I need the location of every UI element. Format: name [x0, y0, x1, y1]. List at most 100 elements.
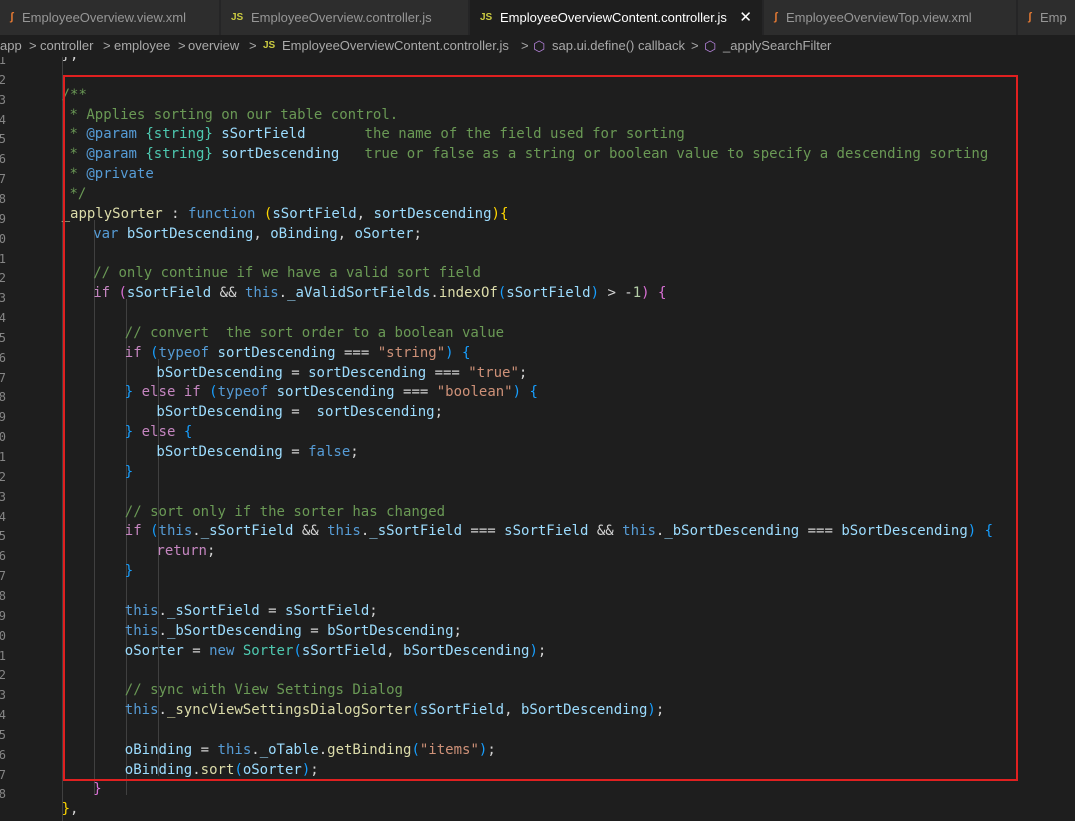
close-icon[interactable]: ✕: [739, 0, 752, 35]
code-token: bSortDescending: [520, 702, 648, 719]
code-token: // sync with View Settings Dialog: [124, 682, 403, 699]
code-token: "boolean": [436, 384, 513, 401]
editor-tab[interactable]: ʃ Emp: [1018, 0, 1075, 35]
code-token: ===: [799, 523, 842, 540]
editor-tab[interactable]: ʃ EmployeeOverview.view.xml: [0, 0, 220, 35]
tab-label: EmployeeOverview.controller.js: [251, 10, 432, 25]
code-line[interactable]: // only continue if we have a valid sort…: [93, 263, 481, 283]
code-line[interactable]: this._syncViewSettingsDialogSorter(sSort…: [125, 700, 665, 720]
code-line[interactable]: return;: [156, 541, 215, 561]
line-number: 4: [0, 708, 6, 723]
line-number: 0: [0, 231, 6, 246]
code-token: .: [158, 702, 167, 719]
code-line[interactable]: }: [93, 779, 101, 799]
breadcrumb-scope[interactable]: _applySearchFilter: [723, 35, 831, 57]
tab-label: Emp: [1040, 10, 1067, 25]
code-token: ): [590, 285, 600, 302]
code-line[interactable]: if (typeof sortDescending === "string") …: [125, 343, 471, 363]
editor-tab[interactable]: JS EmployeeOverview.controller.js: [221, 0, 469, 35]
code-line[interactable]: oBinding = this._oTable.getBinding("item…: [125, 740, 496, 760]
code-line[interactable]: // sync with View Settings Dialog: [125, 680, 403, 700]
line-number: 3: [0, 291, 6, 306]
code-line[interactable]: if (sSortField && this._aValidSortFields…: [93, 283, 666, 303]
code-token: =: [282, 364, 309, 381]
code-line[interactable]: bSortDescending = sortDescending === "tr…: [156, 363, 527, 383]
code-token: oSorter: [242, 761, 302, 778]
breadcrumb-item[interactable]: employee: [114, 35, 170, 57]
code-line[interactable]: }: [125, 561, 133, 581]
code-token: oBinding: [270, 225, 338, 242]
code-token: bSortDescending: [126, 225, 254, 242]
code-token: "string": [377, 344, 446, 361]
code-token: bSortDescending: [156, 404, 283, 421]
code-token: ,: [253, 225, 271, 242]
code-line[interactable]: var bSortDescending, oBinding, oSorter;: [93, 224, 422, 244]
code-token: sortDescending: [221, 146, 340, 163]
line-number: 5: [0, 132, 6, 147]
code-token: (: [150, 523, 159, 540]
breadcrumb-item[interactable]: overview: [188, 35, 239, 57]
code-editor[interactable]: 1 2 3 4 5 6 7 8 9 0 1 2 3 4 5 6 7 8 9 0 1 2 3 4 5 6 7 8 9 0 1 2 3 4 5 6 7 8};…: [0, 57, 1075, 821]
code-token: ): [445, 344, 454, 361]
code-token: };: [62, 57, 79, 63]
code-line[interactable]: oBinding.sort(oSorter);: [125, 760, 319, 780]
code-token: ;: [655, 702, 665, 719]
code-line[interactable]: },: [62, 799, 79, 819]
chevron-right-icon: >: [29, 38, 37, 53]
breadcrumb-item[interactable]: app: [0, 35, 22, 57]
line-number: 3: [0, 688, 6, 703]
code-token: (: [411, 702, 420, 719]
code-line[interactable]: * Applies sorting on our table control.: [70, 105, 399, 125]
code-line[interactable]: this._sSortField = sSortField;: [125, 601, 378, 621]
code-token: true or false as a string or boolean val…: [339, 146, 989, 163]
code-token: if: [124, 523, 142, 540]
code-token: ): [491, 205, 500, 222]
code-token: this: [327, 523, 361, 540]
code-line[interactable]: * @private: [70, 164, 154, 184]
code-line[interactable]: this._bSortDescending = bSortDescending;: [125, 621, 462, 641]
line-number: 5: [0, 727, 6, 742]
breadcrumb-scope[interactable]: sap.ui.define() callback: [552, 35, 685, 57]
code-line[interactable]: } else {: [125, 422, 192, 442]
code-token: ;: [413, 225, 422, 242]
code-line[interactable]: bSortDescending = false;: [156, 442, 358, 462]
code-token: if: [183, 384, 201, 401]
code-line[interactable]: oSorter = new Sorter(sSortField, bSortDe…: [125, 641, 547, 661]
code-token: bSortDescending: [156, 364, 283, 381]
code-token: ;: [453, 622, 462, 639]
code-line[interactable]: };: [62, 57, 79, 65]
code-token: ;: [518, 364, 528, 381]
code-line[interactable]: _applySorter : function (sSortField, sor…: [62, 204, 509, 224]
code-token: (: [150, 344, 159, 361]
code-line[interactable]: if (this._sSortField && this._sSortField…: [125, 521, 993, 541]
editor-tab[interactable]: JS EmployeeOverviewContent.controller.js ✕: [470, 0, 763, 35]
code-line[interactable]: bSortDescending = sortDescending;: [156, 402, 443, 422]
line-number: 7: [0, 370, 6, 385]
code-token: sortDescending: [217, 344, 336, 361]
breadcrumb: app controller employee overview > > > > > > JS Emp…: [0, 35, 1075, 57]
code-token: ,: [504, 702, 521, 719]
code-line[interactable]: } else if (typeof sortDescending === "bo…: [125, 382, 538, 402]
code-line[interactable]: /**: [62, 85, 87, 105]
code-line[interactable]: // sort only if the sorter has changed: [125, 502, 445, 522]
code-token: */: [69, 185, 87, 202]
code-line[interactable]: }: [125, 462, 133, 482]
editor-tab[interactable]: ʃ EmployeeOverviewTop.view.xml: [764, 0, 1017, 35]
code-line[interactable]: * @param {string} sortDescending true or…: [70, 144, 989, 164]
code-token: // sort only if the sorter has changed: [124, 503, 446, 520]
code-token: ): [512, 384, 522, 401]
code-token: _aValidSortFields: [287, 285, 431, 302]
code-line[interactable]: // convert the sort order to a boolean v…: [125, 323, 504, 343]
code-token: this: [124, 602, 159, 619]
breadcrumb-item[interactable]: controller: [40, 35, 93, 57]
code-line[interactable]: */: [70, 184, 87, 204]
code-token: {string}: [145, 146, 213, 163]
code-token: this: [217, 741, 252, 758]
breadcrumb-file[interactable]: EmployeeOverviewContent.controller.js: [282, 35, 509, 57]
code-token: typeof: [217, 384, 269, 401]
xml-file-icon: ʃ: [774, 11, 778, 23]
code-token: sSortField: [419, 702, 505, 719]
code-line[interactable]: * @param {string} sSortField the name of…: [70, 124, 685, 144]
